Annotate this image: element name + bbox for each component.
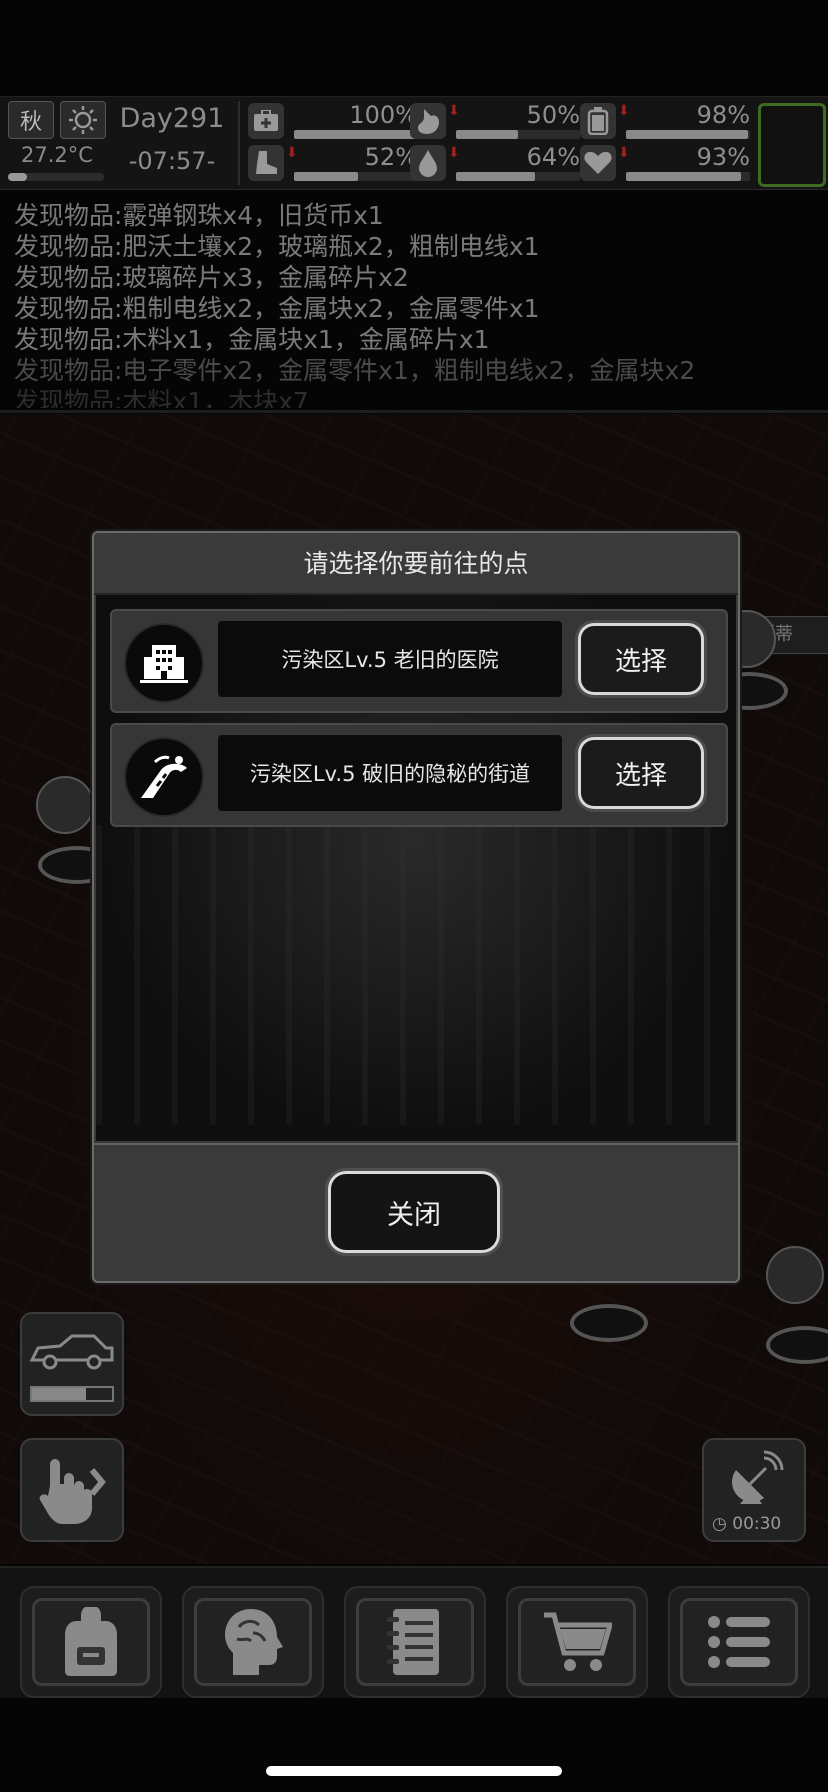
home-indicator[interactable] xyxy=(266,1766,562,1776)
stat-mood: ⬇ 93% xyxy=(580,143,750,183)
ruins-background xyxy=(96,825,736,1125)
satellite-dish-icon xyxy=(732,1450,784,1504)
radar-button[interactable]: ◷ 00:30 xyxy=(702,1438,806,1542)
tap-hand-icon xyxy=(39,1459,106,1524)
nav-menu[interactable] xyxy=(668,1586,810,1698)
vehicle-button[interactable] xyxy=(20,1312,124,1416)
stat-value: 100% xyxy=(349,101,418,129)
stat-value: 64% xyxy=(526,143,580,171)
map-pin-icon[interactable] xyxy=(36,776,94,834)
status-bar: 秋 27.2°C Day291 -07:57- 100% ⬇ 50% ⬇ 98%… xyxy=(0,96,828,190)
log-line: 发现物品:肥沃土壤x2，玻璃瓶x2，粗制电线x1 xyxy=(14,232,540,261)
destination-dialog: 请选择你要前往的点 污染区Lv.5 老旧的医院 选择 污染区Lv.5 破旧的隐秘… xyxy=(92,531,740,1283)
log-line: 发现物品:粗制电线x2，金属块x2，金属零件x1 xyxy=(14,294,540,323)
stat-thirst: ⬇ 64% xyxy=(410,143,580,183)
divider xyxy=(238,101,240,185)
nav-skills[interactable] xyxy=(182,1586,324,1698)
cart-icon xyxy=(544,1612,612,1671)
character-portrait[interactable] xyxy=(758,103,826,187)
radar-timer-value: 00:30 xyxy=(732,1514,782,1534)
bottom-nav xyxy=(0,1566,828,1698)
day-counter: Day291 xyxy=(119,103,225,134)
car-icon xyxy=(29,1334,114,1370)
medkit-icon xyxy=(248,103,284,139)
boot-icon xyxy=(248,145,284,181)
decline-arrow-icon: ⬇ xyxy=(618,103,630,119)
dialog-body: 污染区Lv.5 老旧的医院 选择 污染区Lv.5 破旧的隐秘的街道 选择 xyxy=(96,595,736,1141)
destination-name: 污染区Lv.5 老旧的医院 xyxy=(218,621,562,697)
temperature-bar xyxy=(8,173,104,181)
event-log: 发现物品:霰弹钢珠x4，旧货币x1 发现物品:肥沃土壤x2，玻璃瓶x2，粗制电线… xyxy=(14,200,814,408)
destination-option: 污染区Lv.5 老旧的医院 选择 xyxy=(110,609,728,713)
notebook-icon xyxy=(387,1609,439,1675)
menu-list-icon xyxy=(708,1616,770,1668)
home-pin-icon[interactable] xyxy=(766,1246,824,1304)
road-icon xyxy=(124,737,204,817)
select-button[interactable]: 选择 xyxy=(578,623,704,695)
nav-backpack[interactable] xyxy=(20,1586,162,1698)
backpack-icon xyxy=(65,1607,117,1676)
season-label: 秋 xyxy=(19,110,42,135)
season-badge: 秋 xyxy=(8,101,54,139)
decline-arrow-icon: ⬇ xyxy=(448,103,460,119)
temperature-readout: 27.2°C xyxy=(21,143,93,167)
stat-energy: ⬇ 98% xyxy=(580,101,750,141)
close-button[interactable]: 关闭 xyxy=(328,1171,500,1253)
log-line: 发现物品:木料x1，木块x7 xyxy=(14,387,309,408)
decline-arrow-icon: ⬇ xyxy=(618,145,630,161)
stat-value: 93% xyxy=(696,143,750,171)
stomach-icon xyxy=(410,103,446,139)
stat-hunger: ⬇ 50% xyxy=(410,101,580,141)
log-line: 发现物品:玻璃碎片x3，金属碎片x2 xyxy=(14,263,409,292)
stat-value: 50% xyxy=(526,101,580,129)
radar-timer: ◷ 00:30 xyxy=(712,1514,782,1534)
brain-icon xyxy=(225,1609,283,1675)
dialog-title: 请选择你要前往的点 xyxy=(94,533,738,595)
dialog-footer: 关闭 xyxy=(94,1143,738,1281)
water-drop-icon xyxy=(410,145,446,181)
log-line: 发现物品:霰弹钢珠x4，旧货币x1 xyxy=(14,201,384,230)
stat-health: 100% xyxy=(248,101,418,141)
stat-stamina: ⬇ 52% xyxy=(248,143,418,183)
stat-value: 98% xyxy=(696,101,750,129)
decline-arrow-icon: ⬇ xyxy=(448,145,460,161)
log-line: 发现物品:电子零件x2，金属零件x1，粗制电线x2，金属块x2 xyxy=(14,356,696,385)
decline-arrow-icon: ⬇ xyxy=(286,145,298,161)
action-tap-button[interactable] xyxy=(20,1438,124,1542)
nav-journal[interactable] xyxy=(344,1586,486,1698)
nav-shop[interactable] xyxy=(506,1586,648,1698)
divider xyxy=(0,410,828,413)
log-line: 发现物品:木料x1，金属块x1，金属碎片x1 xyxy=(14,325,490,354)
battery-icon xyxy=(580,103,616,139)
clock: -07:57- xyxy=(128,147,216,175)
destination-option: 污染区Lv.5 破旧的隐秘的街道 选择 xyxy=(110,723,728,827)
weather-sun-icon xyxy=(60,101,106,139)
destination-name: 污染区Lv.5 破旧的隐秘的街道 xyxy=(218,735,562,811)
map-pin-base xyxy=(570,1304,648,1342)
fuel-bar xyxy=(30,1386,114,1402)
heart-icon xyxy=(580,145,616,181)
hospital-building-icon xyxy=(124,623,204,703)
select-button[interactable]: 选择 xyxy=(578,737,704,809)
